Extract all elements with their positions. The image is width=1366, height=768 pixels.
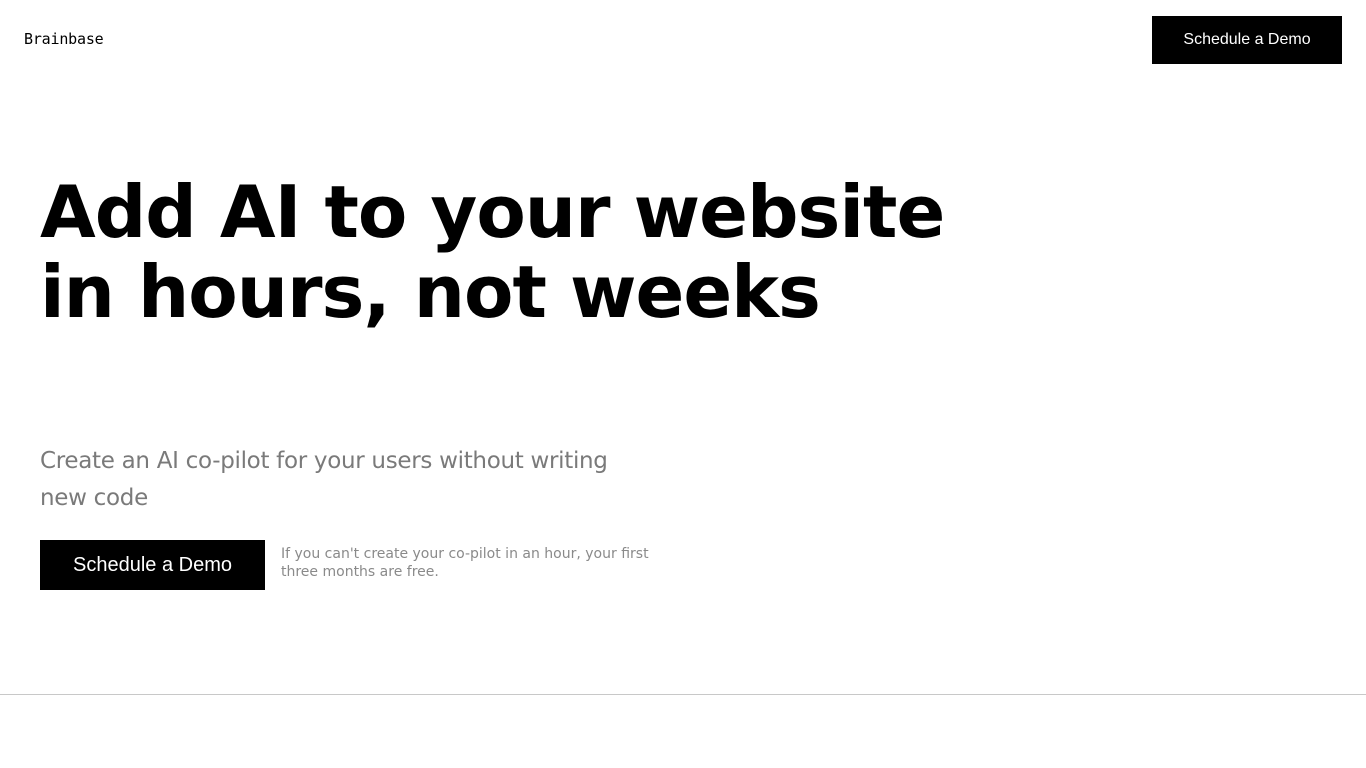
schedule-demo-hero-button[interactable]: Schedule a Demo xyxy=(40,540,265,590)
schedule-demo-nav-button[interactable]: Schedule a Demo xyxy=(1152,16,1342,64)
guarantee-note: If you can't create your co-pilot in an … xyxy=(281,546,649,580)
brand-logo-link[interactable]: Brainbase xyxy=(24,29,104,49)
top-navigation-bar: Brainbase Schedule a Demo xyxy=(0,0,1366,80)
hero-section: Add AI to your website in hours, not wee… xyxy=(40,172,1040,332)
section-divider xyxy=(0,694,1366,695)
hero-subheadline: Create an AI co-pilot for your users wit… xyxy=(40,448,608,511)
hero-headline: Add AI to your website in hours, not wee… xyxy=(40,170,945,334)
